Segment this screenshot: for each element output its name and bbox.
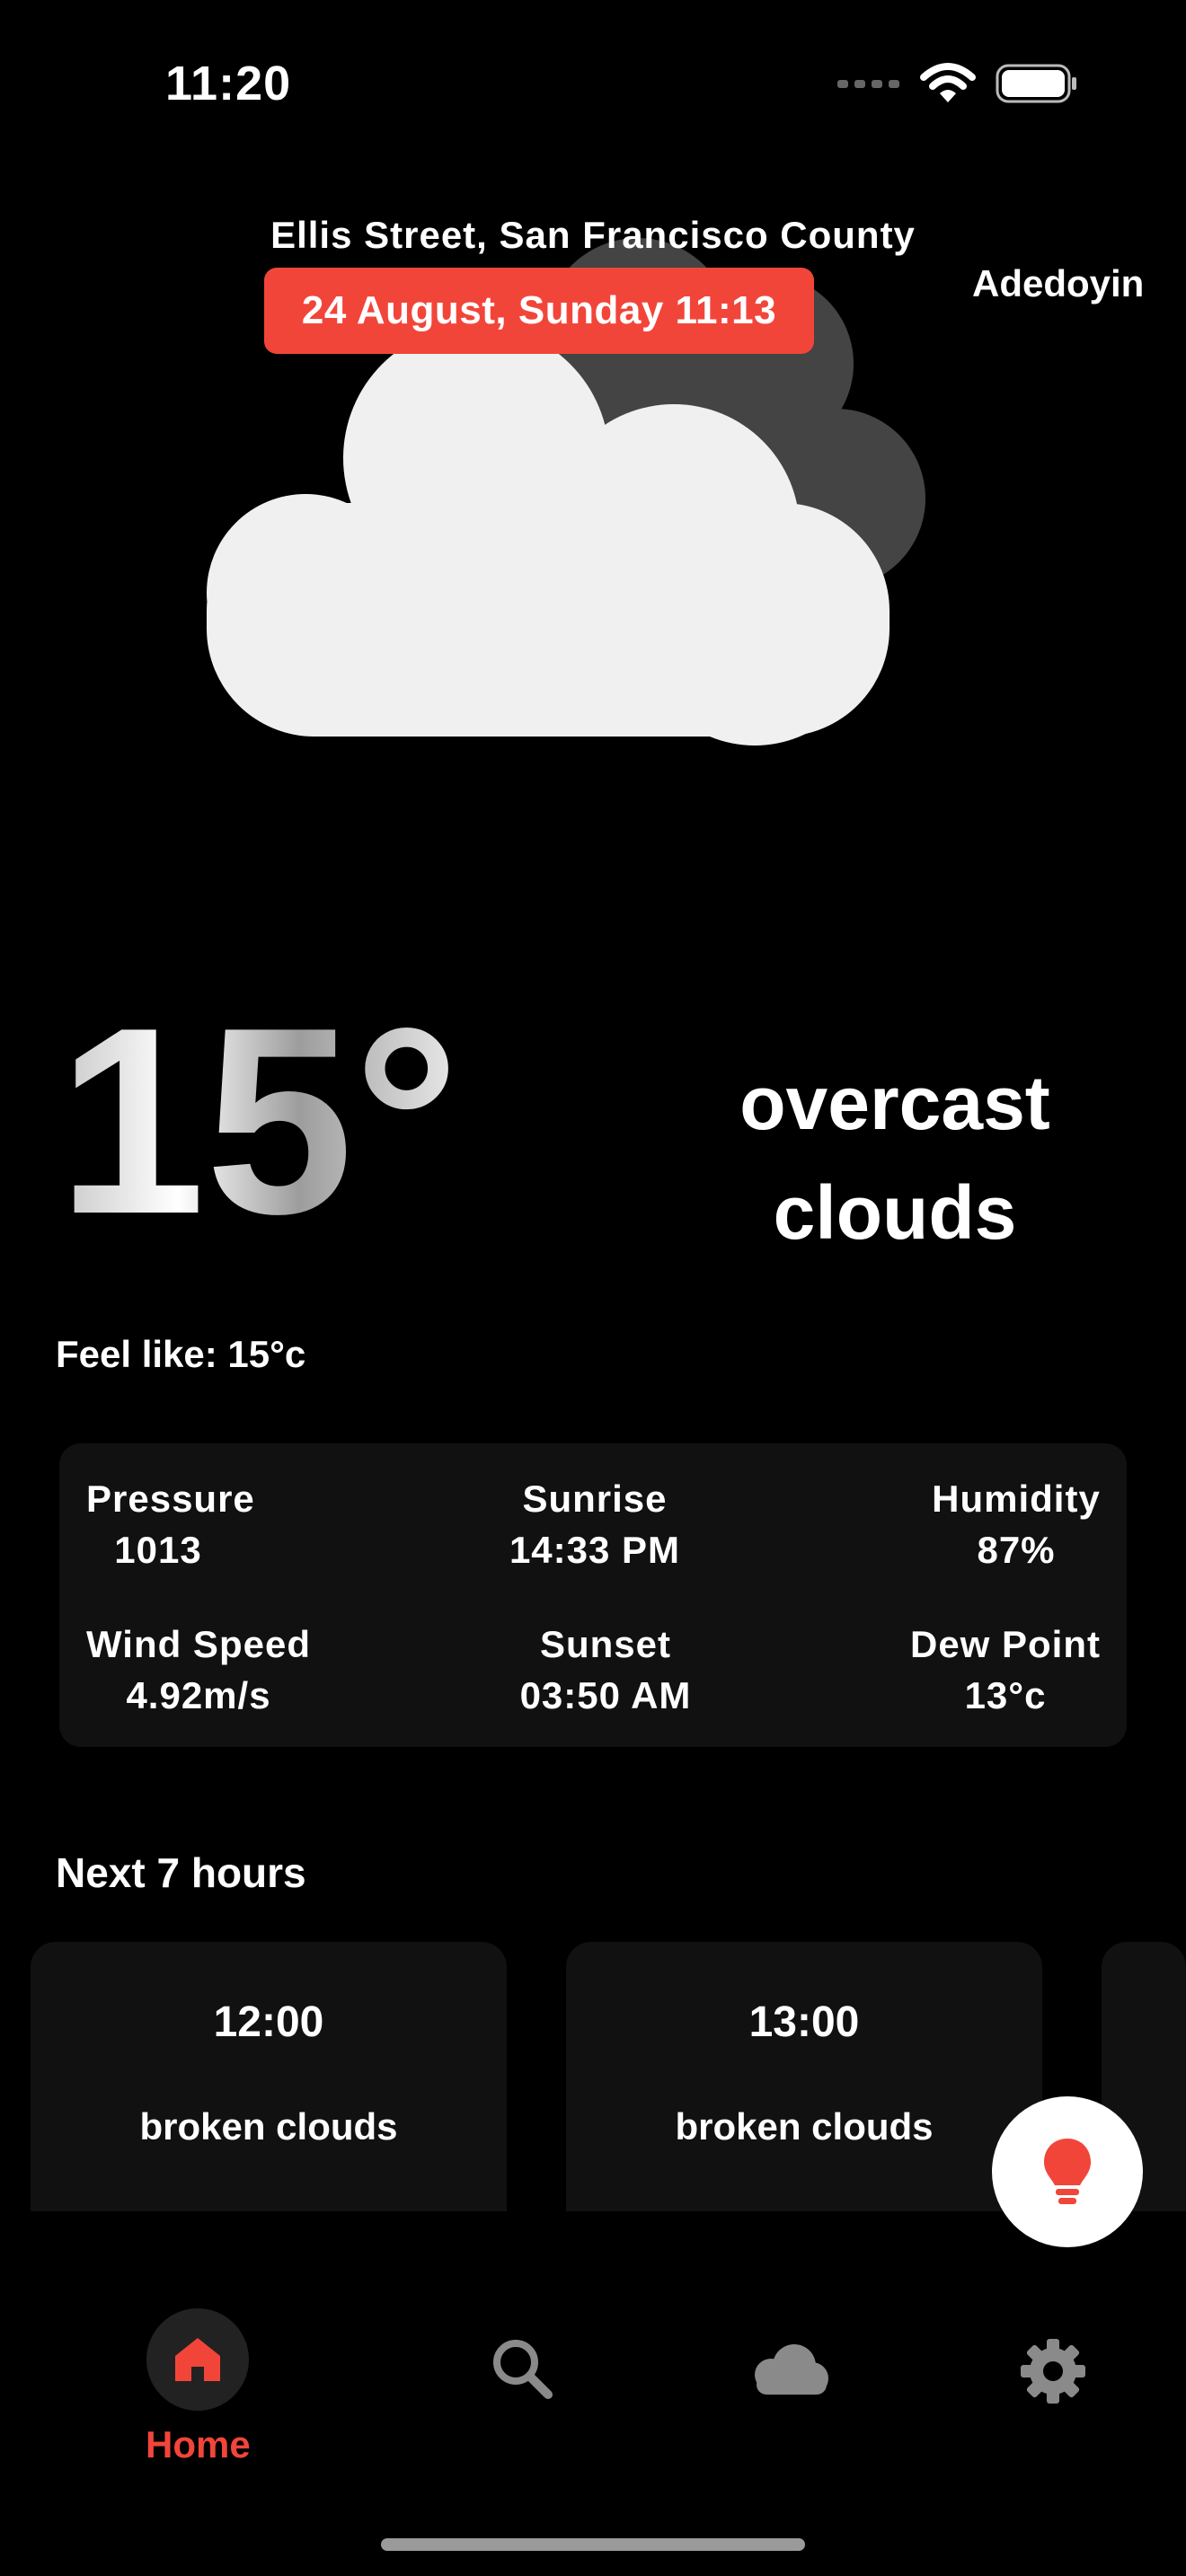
hourly-card[interactable]: 12:00 broken clouds [31, 1942, 507, 2211]
wind-speed-value: 4.92m/s [126, 1673, 271, 1716]
nav-search[interactable] [491, 2337, 553, 2400]
weather-condition: overcast clouds [739, 1061, 1050, 1255]
pressure-value: 1013 [114, 1528, 202, 1571]
bottom-navigation: Home [0, 2289, 1186, 2576]
nav-settings[interactable] [1019, 2337, 1087, 2405]
user-name: Adedoyin [972, 262, 1145, 304]
pressure-stat: Pressure 1013 [86, 1474, 255, 1575]
wind-speed-label: Wind Speed [86, 1623, 311, 1665]
home-icon [175, 2338, 221, 2381]
pressure-label: Pressure [86, 1478, 255, 1520]
status-bar-icons [837, 63, 1078, 104]
dew-point-label: Dew Point [909, 1623, 1101, 1665]
location-label: Ellis Street, San Francisco County [270, 214, 916, 256]
weather-details-card: Pressure 1013 Sunrise 14:33 PM Humidity … [59, 1443, 1127, 1747]
nav-home[interactable]: Home [146, 2308, 251, 2466]
lightbulb-icon [1044, 2139, 1091, 2204]
date-badge: 24 August, Sunday 11:13 [264, 268, 814, 354]
gear-icon [1021, 2339, 1085, 2404]
hourly-time: 13:00 [748, 1998, 860, 2046]
wind-speed-stat: Wind Speed 4.92m/s [86, 1619, 311, 1721]
hourly-card[interactable]: 13:00 broken clouds [566, 1942, 1042, 2211]
dew-point-value: 13°c [964, 1673, 1047, 1716]
battery-icon [996, 64, 1076, 103]
sunset-value: 03:50 AM [519, 1673, 692, 1716]
sunrise-value: 14:33 PM [509, 1528, 681, 1571]
wifi-icon [920, 63, 976, 102]
sunrise-label: Sunrise [522, 1478, 668, 1520]
humidity-label: Humidity [932, 1478, 1101, 1520]
tips-fab-button[interactable] [992, 2096, 1143, 2247]
hourly-description: broken clouds [139, 2105, 398, 2148]
humidity-stat: Humidity 87% [922, 1474, 1111, 1575]
nav-forecast[interactable] [748, 2342, 830, 2396]
cloud-icon [755, 2344, 828, 2395]
dew-point-stat: Dew Point 13°c [904, 1619, 1107, 1721]
hourly-description: broken clouds [675, 2105, 934, 2148]
status-bar-time: 11:20 [165, 57, 292, 110]
current-temperature: 15° [58, 972, 460, 1269]
hourly-time: 12:00 [213, 1998, 324, 2046]
humidity-value: 87% [977, 1528, 1056, 1571]
hourly-forecast-title: Next 7 hours [56, 1849, 306, 1896]
home-indicator [381, 2538, 805, 2551]
sunrise-stat: Sunrise 14:33 PM [487, 1474, 703, 1575]
sunset-label: Sunset [539, 1623, 672, 1665]
sunset-stat: Sunset 03:50 AM [505, 1619, 706, 1721]
nav-home-label: Home [146, 2423, 251, 2466]
feels-like-label: Feel like: 15°c [56, 1333, 306, 1375]
cellular-signal-icon [837, 80, 899, 88]
nav-home-highlight [146, 2308, 250, 2411]
search-icon [493, 2340, 553, 2399]
